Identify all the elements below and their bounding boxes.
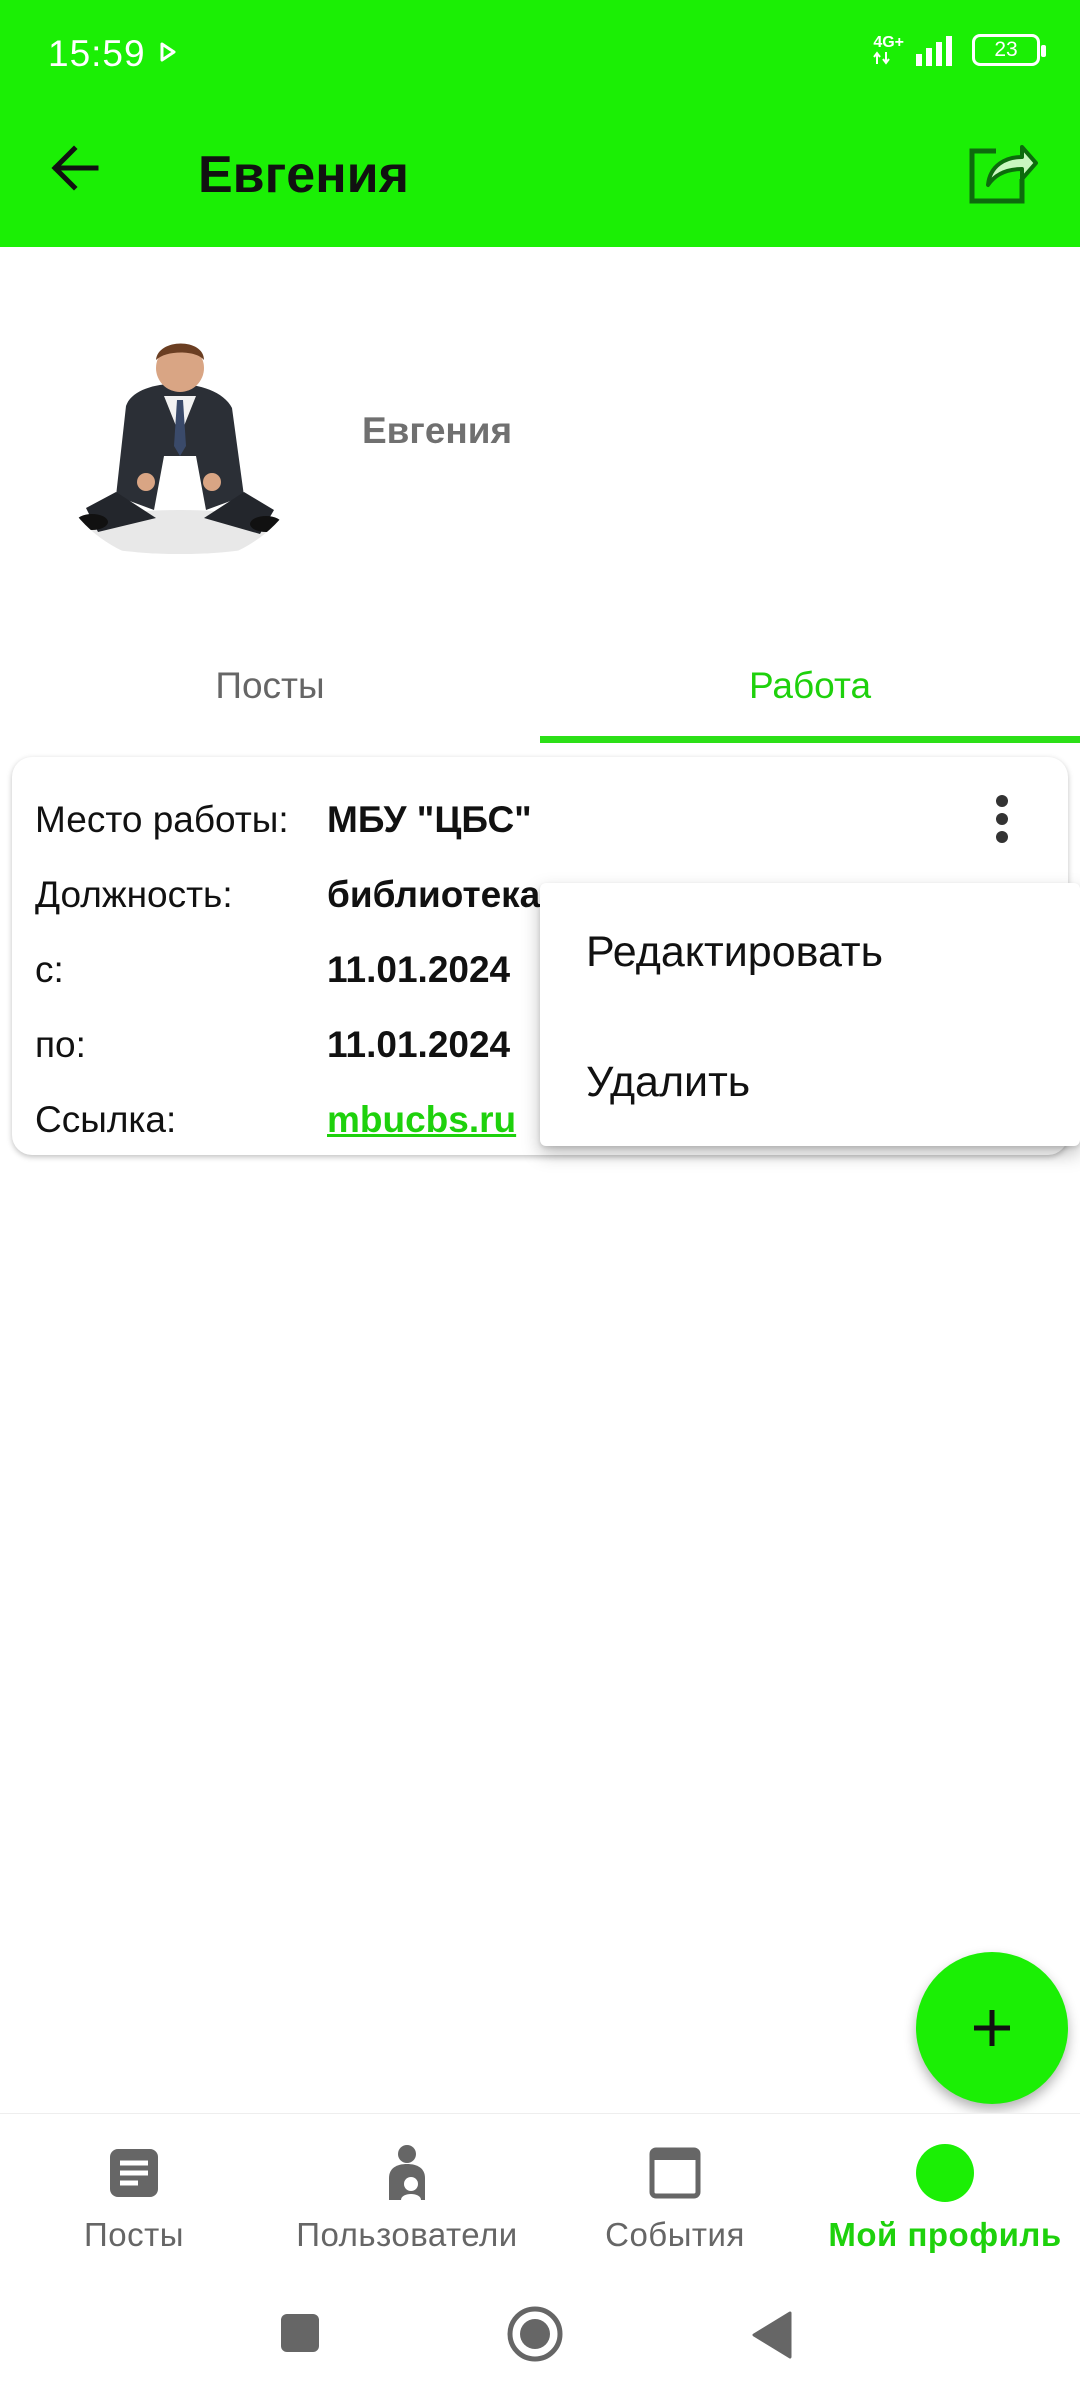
more-options-button[interactable]: [972, 789, 1032, 849]
workplace-value: МБУ "ЦБС": [327, 799, 532, 840]
share-icon: [969, 145, 1038, 204]
arrow-back-icon: [51, 145, 99, 191]
workplace-label: Место работы:: [35, 799, 289, 840]
profile-name: Евгения: [362, 410, 513, 451]
menu-item-edit[interactable]: Редактировать: [586, 928, 883, 977]
start-date-value: 11.01.2024: [327, 949, 511, 990]
app-header: 15:59 4G+ 23 Евгения: [0, 0, 1080, 247]
profile-icon: [916, 2144, 974, 2202]
plus-icon: [974, 2010, 1010, 2046]
nav-item-users[interactable]: Пользователи: [282, 2114, 532, 2274]
page-title: Евгения: [198, 146, 409, 204]
status-time: 15:59: [48, 33, 146, 74]
status-indicators: 4G+ 23: [873, 34, 1046, 66]
battery-icon: 23: [972, 34, 1046, 66]
users-icon: [378, 2144, 436, 2202]
avatar-image: [70, 343, 290, 554]
share-button[interactable]: [966, 135, 1040, 209]
nav-item-events[interactable]: События: [590, 2114, 760, 2274]
nav-item-posts[interactable]: Посты: [54, 2114, 214, 2274]
more-vert-icon: [996, 795, 1008, 843]
nav-label-events: События: [605, 2216, 745, 2253]
document-icon: [105, 2144, 163, 2202]
back-button[interactable]: [42, 135, 108, 201]
back-system-button[interactable]: [750, 2311, 792, 2364]
link-value[interactable]: mbucbs.ru: [327, 1099, 516, 1141]
context-menu: Редактировать Удалить: [540, 883, 1080, 1146]
tab-posts[interactable]: Посты: [0, 630, 540, 742]
end-date-value: 11.01.2024: [327, 1024, 511, 1065]
signal-icon: [916, 36, 952, 66]
network-type: 4G+: [873, 34, 904, 51]
square-icon: [281, 2314, 319, 2352]
home-circle-icon: [507, 2306, 563, 2362]
nav-label-posts: Посты: [84, 2216, 184, 2253]
tab-indicator: [540, 736, 1080, 743]
link-label: Ссылка:: [35, 1099, 177, 1140]
start-date-label: с:: [35, 949, 64, 990]
tab-work[interactable]: Работа: [540, 630, 1080, 742]
play-indicator-icon: [160, 42, 176, 62]
nav-item-my-profile[interactable]: Мой профиль: [820, 2114, 1070, 2274]
avatar: [46, 296, 314, 564]
recents-button[interactable]: [280, 2313, 320, 2358]
triangle-back-icon: [752, 2311, 792, 2359]
home-button[interactable]: [506, 2305, 564, 2368]
calendar-icon: [646, 2144, 704, 2202]
data-arrows-icon: [873, 51, 891, 65]
menu-item-delete[interactable]: Удалить: [586, 1058, 750, 1107]
nav-label-users: Пользователи: [296, 2216, 518, 2253]
position-label: Должность:: [35, 874, 233, 915]
system-navigation-bar: [0, 2273, 1080, 2400]
position-value: библиотекар: [327, 874, 563, 915]
add-button[interactable]: [916, 1952, 1068, 2104]
bottom-navigation: Посты Пользователи События Мой профиль: [0, 2113, 1080, 2273]
end-date-label: по:: [35, 1024, 86, 1065]
nav-label-my-profile: Мой профиль: [828, 2216, 1062, 2253]
battery-level: 23: [994, 38, 1018, 61]
